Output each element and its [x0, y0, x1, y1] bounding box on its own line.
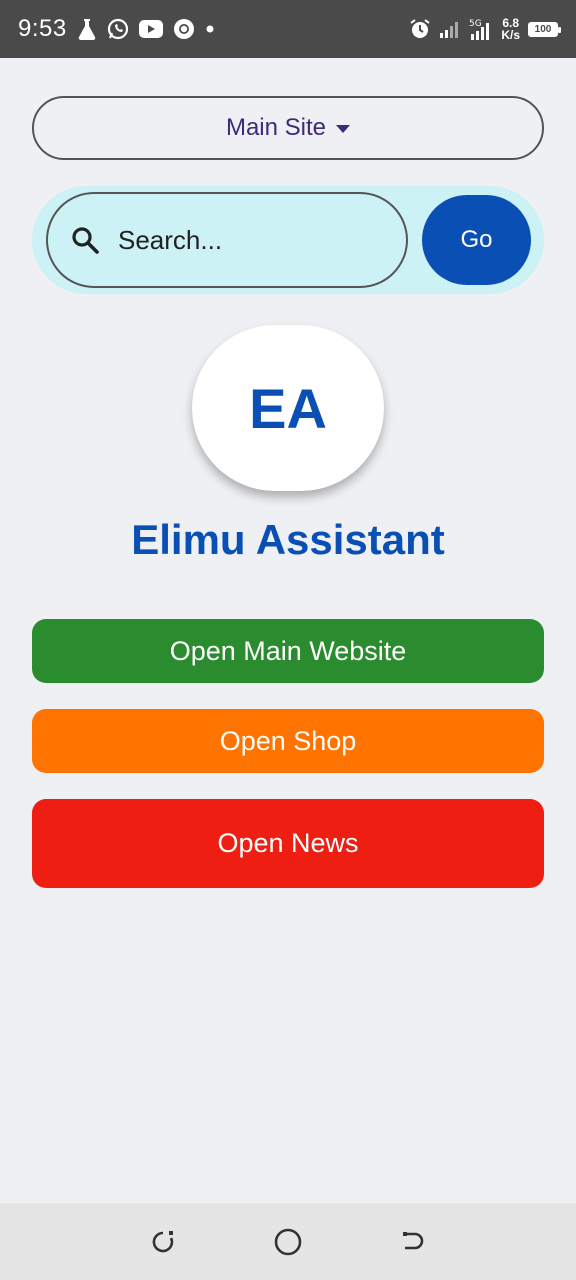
app-title: Elimu Assistant: [131, 516, 445, 563]
open-shop-label: Open Shop: [219, 725, 357, 756]
battery-level: 100: [534, 23, 552, 35]
back-icon[interactable]: [393, 1222, 433, 1262]
open-news-label: Open News: [217, 828, 359, 858]
navigation-bar: [0, 1203, 576, 1280]
status-bar: 9:53 5G 6.8 K/s 100: [0, 0, 576, 58]
open-main-website-label: Open Main Website: [169, 635, 407, 666]
search-box[interactable]: [46, 192, 408, 288]
go-button-label: Go: [460, 226, 493, 253]
open-news-button[interactable]: Open News: [32, 799, 544, 888]
site-selector-dropdown[interactable]: Main Site: [32, 96, 544, 160]
status-time: 9:53: [18, 15, 67, 42]
signal-5g-icon: 5G: [469, 17, 493, 41]
network-speed: 6.8 K/s: [501, 17, 520, 41]
status-right-icons: 5G 6.8 K/s 100: [409, 17, 561, 41]
avatar: EA: [192, 325, 384, 491]
home-icon[interactable]: [268, 1222, 308, 1262]
battery-icon: 100: [528, 21, 561, 37]
recent-apps-icon[interactable]: [143, 1222, 183, 1262]
search-bar: Go: [32, 186, 544, 294]
whatsapp-icon: [107, 18, 129, 40]
flask-icon: [77, 18, 97, 40]
youtube-icon: [138, 20, 163, 38]
status-left-icons: [77, 18, 215, 40]
chrome-icon: [173, 18, 195, 40]
open-shop-button[interactable]: Open Shop: [32, 709, 544, 773]
site-selector-value: Main Site: [225, 114, 327, 141]
caret-down-icon: [336, 125, 351, 133]
dot-icon: [205, 24, 215, 34]
svg-text:5G: 5G: [469, 19, 482, 29]
network-speed-unit: K/s: [501, 28, 520, 42]
open-main-website-button[interactable]: Open Main Website: [32, 619, 544, 683]
alarm-icon: [409, 18, 431, 40]
avatar-initials: EA: [249, 376, 327, 440]
search-icon: [70, 225, 100, 255]
search-input[interactable]: [118, 224, 358, 256]
signal-icon: [439, 19, 461, 39]
go-button[interactable]: Go: [422, 195, 531, 285]
